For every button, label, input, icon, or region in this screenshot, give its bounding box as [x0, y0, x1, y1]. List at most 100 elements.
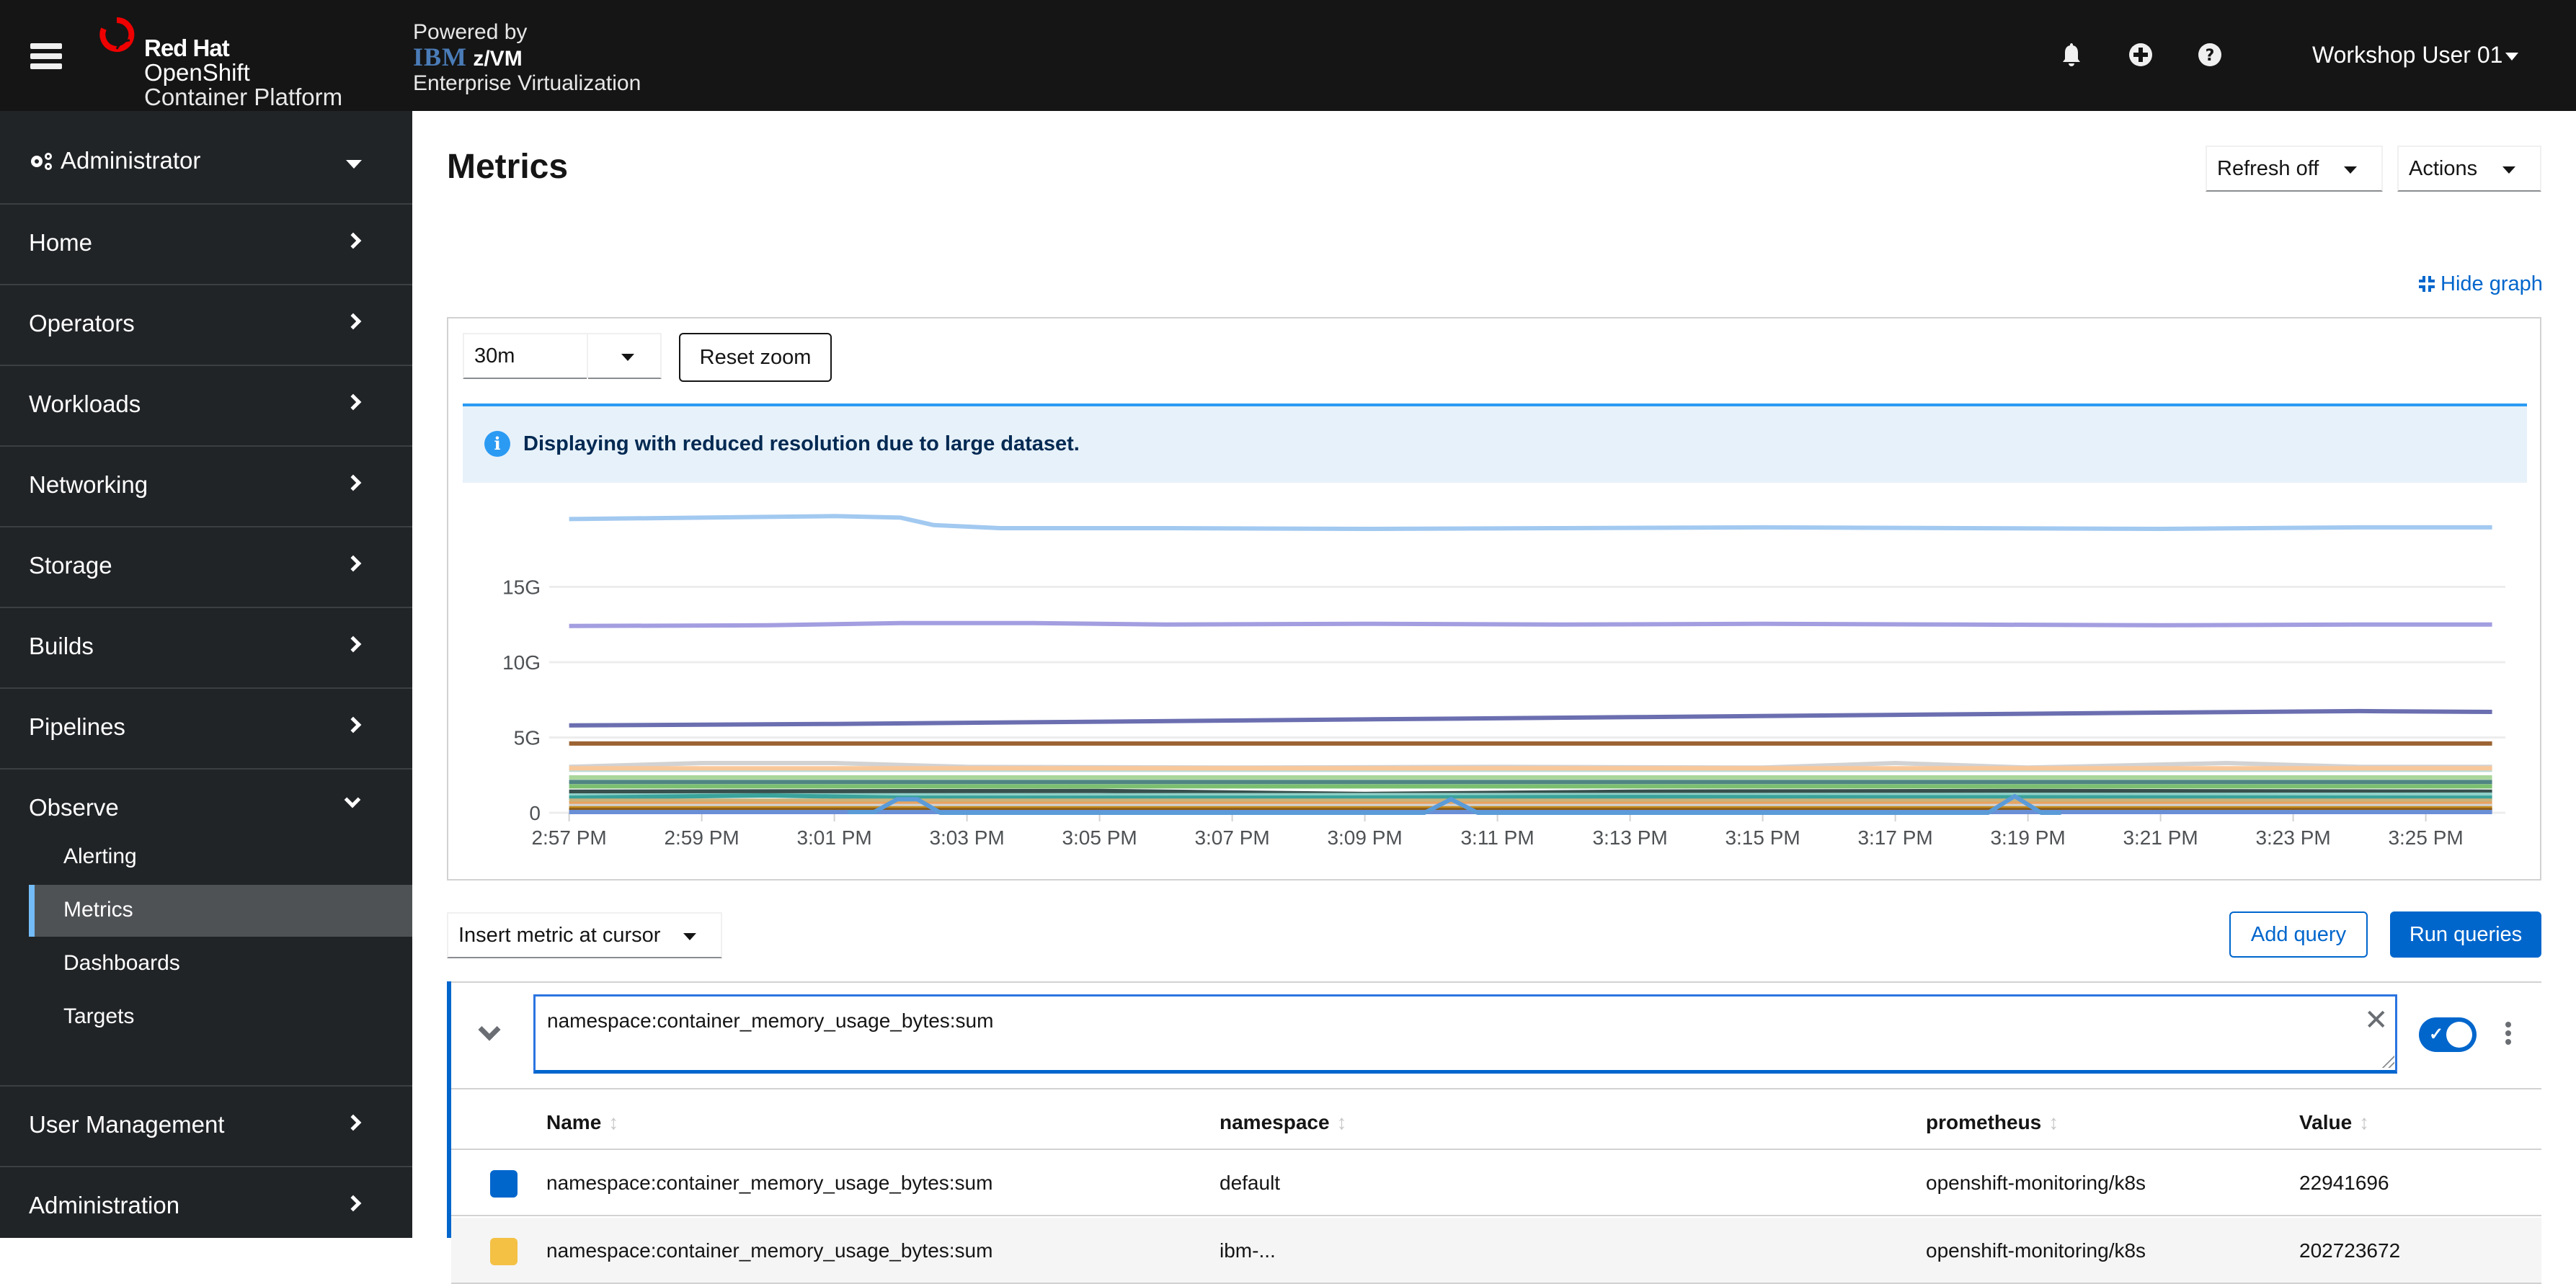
- dropdown-divider: [587, 334, 588, 379]
- series-line: [569, 620, 2492, 628]
- enterprise-virtualization-text: Enterprise Virtualization: [413, 71, 641, 95]
- sidebar-item-label: Pipelines: [29, 713, 125, 740]
- menu-icon[interactable]: [30, 43, 62, 69]
- redhat-logo-icon: [99, 17, 135, 52]
- metrics-chart[interactable]: 0 5G 10G 15G 2:57 PM 2:59 PM 3:01 PM 3:03 PM 3:0…: [461, 497, 2537, 857]
- clear-query-icon[interactable]: ✕: [2364, 1006, 2389, 1035]
- powered-by-text: Powered by: [413, 20, 528, 44]
- x-tick-label: 3:03 PM: [929, 826, 1004, 849]
- column-header-namespace[interactable]: namespace ↕: [1220, 1111, 1347, 1134]
- user-name: Workshop User 01: [2312, 42, 2503, 68]
- time-range-dropdown[interactable]: 30m: [463, 333, 662, 379]
- y-tick-label: 10G: [502, 651, 541, 674]
- hide-graph-button[interactable]: Hide graph: [2417, 272, 2543, 296]
- x-tick-label: 3:25 PM: [2388, 826, 2463, 849]
- actions-label: Actions: [2409, 157, 2478, 180]
- alert-message: Displaying with reduced resolution due t…: [523, 432, 1080, 455]
- caret-down-icon: [2502, 166, 2515, 174]
- sort-icon: ↕: [1336, 1111, 1347, 1133]
- svg-text:?: ?: [2206, 47, 2215, 65]
- column-header-value[interactable]: Value ↕: [2299, 1111, 2369, 1134]
- sidebar: Administrator Home Operators Workloads N…: [0, 111, 412, 1238]
- perspective-switcher[interactable]: Administrator: [0, 111, 412, 203]
- sort-icon: ↕: [2359, 1111, 2370, 1133]
- brand-container-platform: Container Platform: [144, 84, 343, 110]
- chevron-right-icon: [345, 1195, 362, 1212]
- series-color-swatch[interactable]: [490, 1238, 518, 1265]
- y-tick-label: 0: [529, 802, 541, 824]
- sidebar-subitem-alerting[interactable]: Alerting: [29, 832, 412, 883]
- sidebar-subitem-label: Targets: [63, 1004, 135, 1028]
- caret-down-icon: [2344, 166, 2357, 174]
- compress-icon: [2419, 276, 2435, 292]
- chevron-right-icon: [345, 1114, 362, 1131]
- x-tick-label: 3:21 PM: [2123, 826, 2198, 849]
- insert-metric-dropdown[interactable]: Insert metric at cursor: [447, 912, 722, 958]
- sidebar-item-label: Observe: [29, 794, 119, 821]
- question-circle-icon[interactable]: ?: [2195, 40, 2224, 69]
- chevron-right-icon: [345, 636, 362, 653]
- caret-down-icon: [2505, 53, 2519, 61]
- add-query-button[interactable]: Add query: [2229, 911, 2368, 958]
- x-tick-label: 3:11 PM: [1460, 826, 1534, 849]
- x-tick-label: 3:13 PM: [1592, 826, 1667, 849]
- column-header-label: Value: [2299, 1111, 2353, 1133]
- bell-icon[interactable]: [2057, 40, 2086, 69]
- check-icon: ✓: [2429, 1025, 2444, 1044]
- column-header-label: prometheus: [1926, 1111, 2042, 1133]
- sidebar-subitem-label: Dashboards: [63, 951, 180, 975]
- column-header-name[interactable]: Name ↕: [546, 1111, 618, 1134]
- table-row: namespace:container_memory_usage_bytes:s…: [451, 1218, 2541, 1284]
- info-alert: i Displaying with reduced resolution due…: [463, 404, 2527, 483]
- perspective-label: Administrator: [61, 147, 201, 174]
- sidebar-item-storage[interactable]: Storage: [0, 527, 412, 607]
- y-tick-label: 15G: [502, 576, 541, 599]
- kebab-menu-icon[interactable]: [2501, 1022, 2515, 1051]
- sidebar-item-user-management[interactable]: User Management: [0, 1087, 412, 1166]
- sidebar-subitem-metrics[interactable]: Metrics: [29, 885, 412, 937]
- sidebar-item-administration[interactable]: Administration: [0, 1167, 412, 1247]
- series-color-swatch[interactable]: [490, 1170, 518, 1198]
- plus-circle-icon[interactable]: [2126, 40, 2155, 69]
- column-header-label: Name: [546, 1111, 602, 1133]
- x-tick-label: 3:01 PM: [796, 826, 871, 849]
- query-expression-input[interactable]: namespace:container_memory_usage_bytes:s…: [533, 994, 2397, 1074]
- sidebar-item-label: Workloads: [29, 391, 141, 417]
- column-header-prometheus[interactable]: prometheus ↕: [1926, 1111, 2058, 1134]
- brand-redhat: Red Hat: [144, 35, 230, 61]
- cell-value: 202723672: [2299, 1239, 2401, 1262]
- sidebar-item-workloads[interactable]: Workloads: [0, 366, 412, 445]
- x-tick-label: 3:17 PM: [1857, 826, 1932, 849]
- hide-graph-label: Hide graph: [2440, 272, 2543, 295]
- query-enabled-toggle[interactable]: ✓: [2419, 1017, 2477, 1052]
- sidebar-item-pipelines[interactable]: Pipelines: [0, 689, 412, 768]
- sidebar-item-operators[interactable]: Operators: [0, 285, 412, 365]
- ibm-logo: IBM: [413, 43, 467, 71]
- sort-icon: ↕: [2048, 1111, 2059, 1133]
- cell-name: namespace:container_memory_usage_bytes:s…: [546, 1172, 993, 1194]
- sidebar-item-networking[interactable]: Networking: [0, 447, 412, 526]
- x-tick-label: 3:19 PM: [1990, 826, 2065, 849]
- sidebar-subitem-targets[interactable]: Targets: [29, 991, 412, 1043]
- x-tick-label: 2:57 PM: [531, 826, 606, 849]
- user-menu[interactable]: Workshop User 01: [2312, 42, 2519, 68]
- y-tick-label: 5G: [514, 727, 541, 749]
- powered-by-logo: Powered by IBM z/VM Enterprise Virtualiz…: [413, 20, 641, 96]
- chevron-right-icon: [345, 716, 362, 734]
- chevron-right-icon: [345, 555, 362, 572]
- caret-down-icon: [683, 933, 696, 940]
- series-line: [569, 514, 2492, 531]
- run-queries-button[interactable]: Run queries: [2390, 911, 2541, 958]
- sidebar-item-home[interactable]: Home: [0, 205, 412, 284]
- sidebar-item-label: Networking: [29, 471, 148, 498]
- x-tick-label: 3:05 PM: [1062, 826, 1137, 849]
- reset-zoom-button[interactable]: Reset zoom: [679, 333, 832, 382]
- masthead: Red Hat OpenShift Container Platform Pow…: [0, 0, 2576, 111]
- actions-dropdown[interactable]: Actions: [2397, 146, 2541, 192]
- refresh-interval-dropdown[interactable]: Refresh off: [2206, 146, 2383, 192]
- caret-down-icon: [346, 160, 362, 169]
- sidebar-item-builds[interactable]: Builds: [0, 608, 412, 687]
- toggle-knob: [2446, 1022, 2472, 1048]
- sidebar-subitem-dashboards[interactable]: Dashboards: [29, 938, 412, 990]
- x-tick-label: 3:15 PM: [1725, 826, 1800, 849]
